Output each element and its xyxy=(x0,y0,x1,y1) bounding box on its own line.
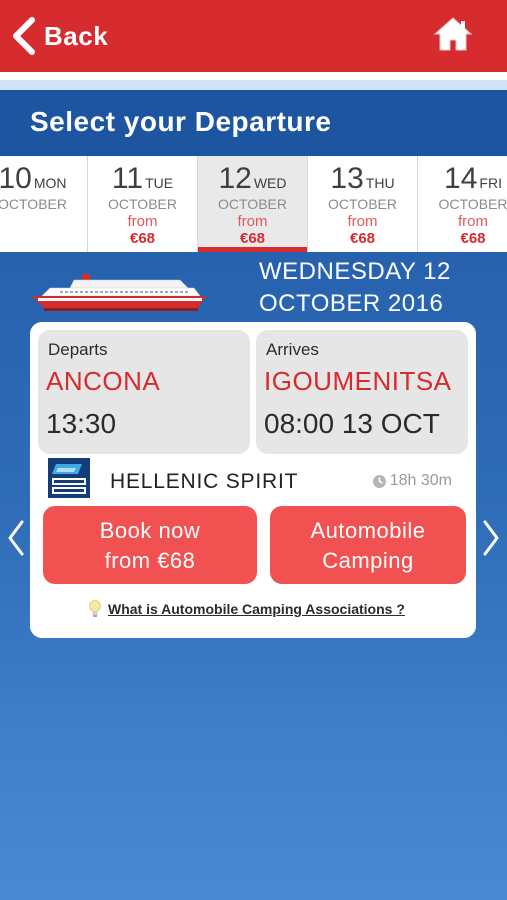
date-month: OCTOBER xyxy=(0,196,67,212)
divider-light-blue xyxy=(0,80,507,90)
date-from-label: from xyxy=(237,213,268,230)
date-cell-11[interactable]: 11 TUE OCTOBER from €68 xyxy=(88,156,198,252)
arrives-box: Arrives IGOUMENITSA 08:00 13 OCT xyxy=(256,330,468,454)
date-from-label: from xyxy=(458,213,488,230)
date-weekday: MON xyxy=(33,175,67,191)
lightbulb-icon xyxy=(89,600,101,617)
ship-icon xyxy=(32,274,206,311)
home-icon[interactable] xyxy=(433,14,473,54)
page-header: Select your Departure xyxy=(0,90,507,156)
date-number: 10 xyxy=(0,162,32,195)
chevron-left-icon xyxy=(13,17,35,55)
date-price: €68 xyxy=(129,230,156,247)
automobile-camping-line1: Automobile xyxy=(310,518,426,543)
camping-associations-text: What is Automobile Camping Associations … xyxy=(108,601,405,617)
date-number: 14 xyxy=(444,162,478,195)
date-month: OCTOBER xyxy=(328,196,397,212)
chevron-right-icon[interactable] xyxy=(481,518,501,558)
back-button[interactable]: Back xyxy=(10,14,108,58)
date-strip[interactable]: 10 MON OCTOBER 11 TUE OCTOBER from €68 12 W… xyxy=(0,156,507,252)
book-now-price: from €68 xyxy=(104,548,196,573)
date-price: €68 xyxy=(349,230,376,247)
date-weekday: THU xyxy=(365,175,395,191)
page-title: Select your Departure xyxy=(30,106,332,137)
date-number: 11 xyxy=(111,162,144,195)
book-now-label: Book now xyxy=(99,518,201,543)
date-price: €68 xyxy=(460,230,486,247)
selected-date-line2: OCTOBER 2016 xyxy=(259,290,444,317)
date-month: OCTOBER xyxy=(218,196,287,212)
duration-text: 18h 30m xyxy=(389,472,452,489)
date-number: 12 xyxy=(218,162,252,195)
date-weekday: TUE xyxy=(145,175,174,191)
vessel-name: HELLENIC SPIRIT xyxy=(110,470,299,493)
divider-white xyxy=(0,72,507,80)
chevron-left-icon[interactable] xyxy=(6,518,26,558)
camping-associations-link[interactable]: What is Automobile Camping Associations … xyxy=(88,600,405,618)
back-label: Back xyxy=(44,20,109,51)
trip-duration: 18h 30m xyxy=(372,472,452,490)
arrives-label: Arrives xyxy=(266,340,319,359)
date-month: OCTOBER xyxy=(108,196,177,212)
date-from-label: from xyxy=(347,213,378,230)
arrives-city: IGOUMENITSA xyxy=(264,366,452,396)
departs-label: Departs xyxy=(48,340,108,359)
date-weekday: FRI xyxy=(479,175,502,191)
date-weekday: WED xyxy=(253,175,287,191)
book-now-button[interactable]: Book now from €68 xyxy=(43,506,257,584)
date-cell-10[interactable]: 10 MON OCTOBER xyxy=(0,156,88,252)
anek-lines-logo xyxy=(48,458,90,498)
selected-date-heading: WEDNESDAY 12 OCTOBER 2016 xyxy=(259,256,451,320)
arrives-time: 08:00 13 OCT xyxy=(264,408,440,439)
top-bar: Back xyxy=(0,0,507,72)
departs-time: 13:30 xyxy=(46,408,117,439)
date-cell-12-selected[interactable]: 12 WED OCTOBER from €68 xyxy=(198,156,308,252)
automobile-camping-button[interactable]: Automobile Camping xyxy=(270,506,466,584)
date-cell-13[interactable]: 13 THU OCTOBER from €68 xyxy=(308,156,418,252)
automobile-camping-line2: Camping xyxy=(322,548,414,573)
departs-city: ANCONA xyxy=(46,366,161,396)
departs-box: Departs ANCONA 13:30 xyxy=(38,330,250,454)
selected-date-line1: WEDNESDAY 12 xyxy=(259,258,451,285)
date-month: OCTOBER xyxy=(438,196,507,212)
date-from-label: from xyxy=(127,213,158,230)
date-number: 13 xyxy=(330,162,364,195)
date-cell-14[interactable]: 14 FRI OCTOBER from €68 xyxy=(418,156,507,252)
clock-icon xyxy=(372,474,386,488)
trip-card: Departs ANCONA 13:30 Arrives IGOUMENITSA… xyxy=(30,322,476,638)
date-price: €68 xyxy=(239,230,266,247)
